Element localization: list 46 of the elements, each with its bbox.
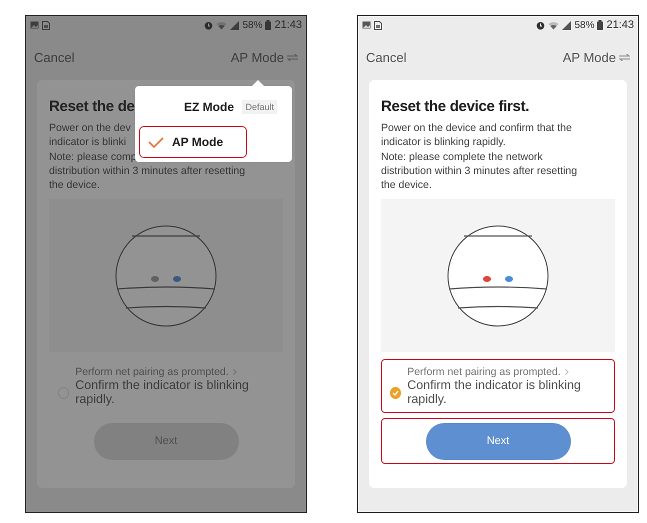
check-icon [148, 136, 164, 148]
swap-icon [619, 54, 630, 60]
alarm-icon [536, 20, 546, 30]
clock-time: 21:43 [274, 19, 302, 31]
wifi-icon [548, 20, 560, 30]
pairing-hint-link[interactable]: Perform net pairing as prompted. [75, 366, 229, 378]
signal-icon [562, 20, 572, 30]
battery-percent: 58% [574, 20, 594, 30]
instruction-text: distribution within 3 minutes after resetting [381, 164, 578, 178]
cancel-link[interactable]: Cancel [34, 50, 74, 64]
default-badge: Default [242, 100, 277, 114]
chevron-icon [232, 369, 237, 376]
mode-link[interactable]: AP Mode [562, 50, 630, 64]
image-icon [30, 21, 39, 29]
confirm-text: Confirm the indicator is blinking rapidly. [407, 378, 582, 406]
instruction-text: indicator is blinking rapidly. [381, 135, 506, 150]
mode-link[interactable]: AP Mode [230, 50, 298, 64]
battery-icon [597, 20, 604, 30]
next-button[interactable]: Next [426, 422, 570, 460]
chevron-icon [564, 369, 569, 376]
swap-icon [287, 54, 298, 60]
signal-icon [230, 20, 240, 30]
instruction-text: distribution within 3 minutes after resetting [49, 164, 246, 178]
confirm-checkbox[interactable] [390, 387, 402, 400]
clock-time: 21:43 [606, 19, 634, 31]
sim-card-icon [374, 20, 382, 30]
sim-card-icon [42, 20, 50, 30]
instruction-text: the device. [381, 178, 432, 192]
image-icon [362, 21, 371, 29]
instruction-text: the device. [49, 178, 100, 192]
instruction-text: Note: please complete the network [381, 150, 543, 164]
check-icon [392, 390, 400, 396]
card-title: Reset the device first. [381, 98, 530, 115]
confirm-text: Confirm the indicator is blinking rapidly. [75, 378, 250, 406]
instruction-text: Power on the dev [49, 121, 131, 136]
alarm-icon [204, 20, 214, 30]
instruction-text: Power on the device and confirm that the [381, 121, 572, 136]
battery-percent: 58% [242, 20, 262, 30]
battery-icon [265, 20, 272, 30]
wifi-icon [216, 20, 228, 30]
card-title: Reset the de [49, 98, 135, 115]
pairing-hint-link[interactable]: Perform net pairing as prompted. [407, 366, 561, 378]
mode-menu-item[interactable]: AP Mode [139, 126, 247, 158]
mode-menu-item[interactable]: EZ Mode Default [139, 91, 288, 123]
cancel-link[interactable]: Cancel [366, 50, 406, 64]
instruction-text: indicator is blinki [49, 135, 126, 150]
